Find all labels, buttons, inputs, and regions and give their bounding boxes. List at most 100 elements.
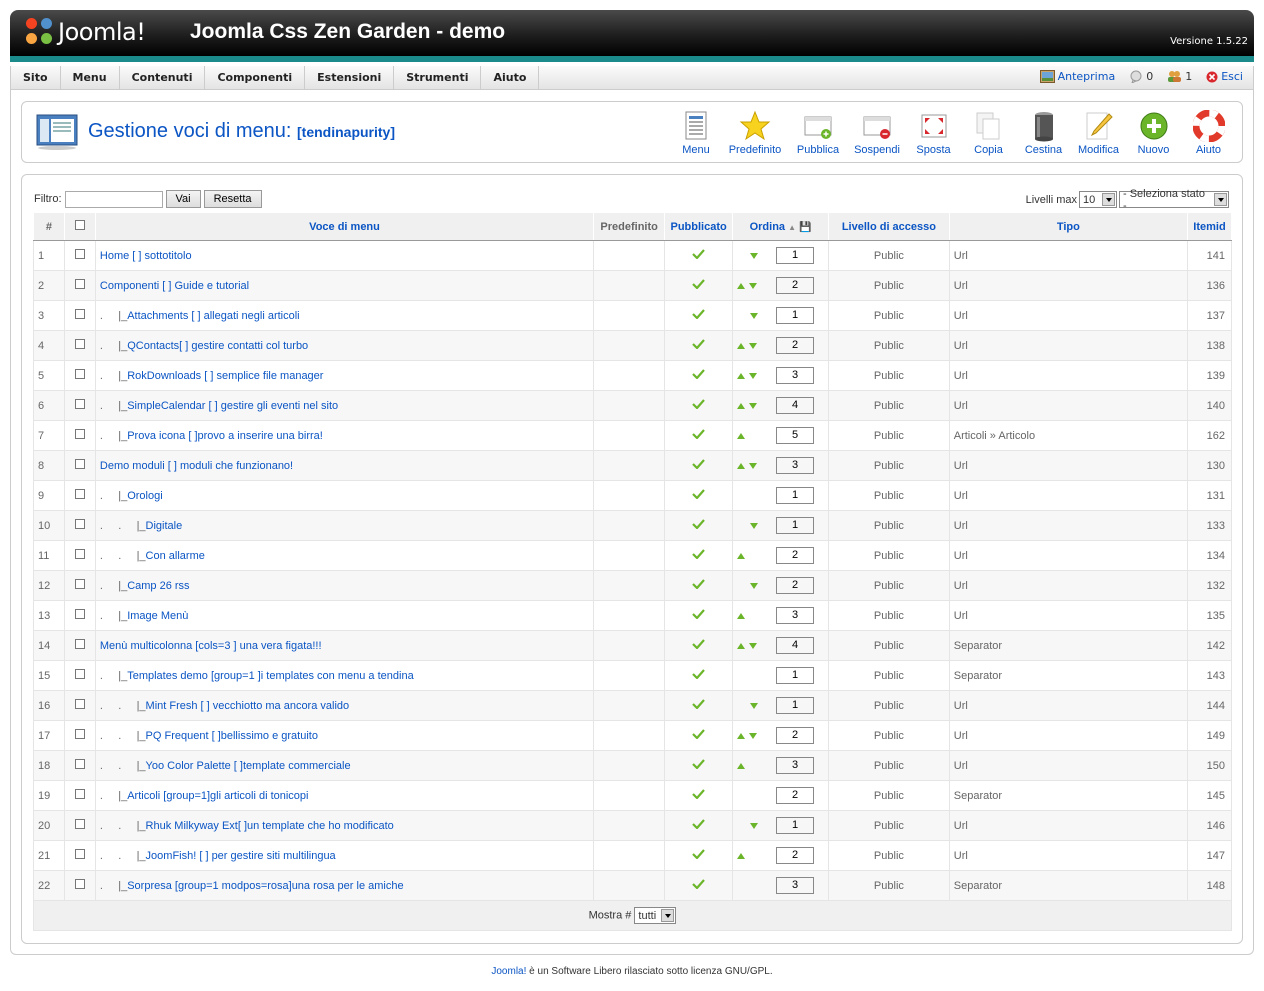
menu-item-link[interactable]: RokDownloads [ ] semplice file manager xyxy=(127,370,323,382)
published-check-icon[interactable] xyxy=(692,789,705,799)
menu-item-link[interactable]: Digitale xyxy=(146,520,183,532)
row-access[interactable]: Public xyxy=(828,750,950,781)
row-checkbox[interactable] xyxy=(74,759,85,769)
menu-item-link[interactable]: JoomFish! [ ] per gestire siti multiling… xyxy=(146,850,336,862)
order-input[interactable]: 2 xyxy=(776,787,815,804)
menu-estensioni[interactable]: Estensioni xyxy=(305,66,395,89)
row-checkbox[interactable] xyxy=(74,279,85,289)
order-input[interactable]: 3 xyxy=(776,457,815,474)
go-button[interactable]: Vai xyxy=(165,190,201,208)
row-checkbox[interactable] xyxy=(74,669,85,679)
row-access[interactable]: Public xyxy=(828,390,950,421)
published-check-icon[interactable] xyxy=(692,879,705,889)
published-check-icon[interactable] xyxy=(692,609,705,619)
row-access[interactable]: Public xyxy=(828,420,950,451)
row-access[interactable]: Public xyxy=(828,570,950,601)
move-down-icon[interactable] xyxy=(750,702,759,709)
row-access[interactable]: Public xyxy=(828,600,950,631)
row-access[interactable]: Public xyxy=(828,630,950,661)
move-button[interactable]: Sposta xyxy=(906,110,961,156)
publish-button[interactable]: Pubblica xyxy=(788,110,848,156)
menu-item-link[interactable]: PQ Frequent [ ]bellissimo e gratuito xyxy=(146,730,318,742)
menu-item-link[interactable]: Templates demo [group=1 ]i templates con… xyxy=(127,670,413,682)
menu-button[interactable]: Menu xyxy=(670,110,722,156)
move-up-icon[interactable] xyxy=(737,762,746,769)
menu-item-link[interactable]: Menù multicolonna [cols=3 ] una vera fig… xyxy=(100,640,322,652)
row-checkbox[interactable] xyxy=(74,579,85,589)
unpublish-button[interactable]: Sospendi xyxy=(848,110,906,156)
move-down-icon[interactable] xyxy=(749,732,758,739)
filter-input[interactable] xyxy=(64,190,163,208)
limit-select[interactable]: tutti xyxy=(634,907,677,924)
row-checkbox[interactable] xyxy=(74,369,85,379)
joomla-link[interactable]: Joomla! xyxy=(491,966,526,977)
row-access[interactable]: Public xyxy=(828,270,950,301)
move-down-icon[interactable] xyxy=(749,372,758,379)
row-access[interactable]: Public xyxy=(828,360,950,391)
menu-item-link[interactable]: Sorpresa [group=1 modpos=rosa]una rosa p… xyxy=(127,880,403,892)
order-input[interactable]: 2 xyxy=(776,847,815,864)
menu-item-link[interactable]: SimpleCalendar [ ] gestire gli eventi ne… xyxy=(127,400,338,412)
published-check-icon[interactable] xyxy=(692,279,705,289)
row-checkbox[interactable] xyxy=(74,309,85,319)
menu-item-link[interactable]: Yoo Color Palette [ ]template commercial… xyxy=(146,760,351,772)
move-up-icon[interactable] xyxy=(737,342,746,349)
col-order[interactable]: Ordina ▲ 💾 xyxy=(732,212,830,241)
published-check-icon[interactable] xyxy=(692,429,705,439)
menu-item-link[interactable]: Rhuk Milkyway Ext[ ]un template che ho m… xyxy=(146,820,394,832)
trash-button[interactable]: Cestina xyxy=(1016,110,1071,156)
logout-link[interactable]: Esci xyxy=(1206,70,1243,83)
row-access[interactable]: Public xyxy=(828,510,950,541)
levels-select[interactable]: 10 xyxy=(1079,191,1117,208)
published-check-icon[interactable] xyxy=(692,729,705,739)
menu-item-link[interactable]: Mint Fresh [ ] vecchiotto ma ancora vali… xyxy=(146,700,350,712)
order-input[interactable]: 1 xyxy=(776,247,815,264)
move-down-icon[interactable] xyxy=(749,402,758,409)
published-check-icon[interactable] xyxy=(692,519,705,529)
move-up-icon[interactable] xyxy=(737,852,746,859)
order-input[interactable]: 1 xyxy=(776,697,815,714)
save-order-icon[interactable]: 💾 xyxy=(799,222,811,233)
move-up-icon[interactable] xyxy=(737,432,746,439)
new-button[interactable]: Nuovo xyxy=(1126,110,1181,156)
published-check-icon[interactable] xyxy=(692,579,705,589)
move-down-icon[interactable] xyxy=(750,252,759,259)
menu-item-link[interactable]: Attachments [ ] allegati negli articoli xyxy=(127,310,299,322)
move-up-icon[interactable] xyxy=(737,552,746,559)
row-checkbox[interactable] xyxy=(74,489,85,499)
move-up-icon[interactable] xyxy=(737,612,746,619)
menu-item-link[interactable]: Articoli [group=1]gli articoli di tonico… xyxy=(127,790,308,802)
menu-item-link[interactable]: Demo moduli [ ] moduli che funzionano! xyxy=(100,460,293,472)
order-input[interactable]: 2 xyxy=(776,547,815,564)
menu-item-link[interactable]: Orologi xyxy=(127,490,162,502)
copy-button[interactable]: Copia xyxy=(961,110,1016,156)
move-up-icon[interactable] xyxy=(737,402,746,409)
order-input[interactable]: 4 xyxy=(776,637,815,654)
move-up-icon[interactable] xyxy=(737,372,746,379)
published-check-icon[interactable] xyxy=(692,309,705,319)
col-type[interactable]: Tipo xyxy=(948,212,1188,241)
menu-strumenti[interactable]: Strumenti xyxy=(394,66,482,89)
move-down-icon[interactable] xyxy=(749,642,758,649)
row-checkbox[interactable] xyxy=(74,339,85,349)
order-input[interactable]: 2 xyxy=(776,727,815,744)
reset-button[interactable]: Resetta xyxy=(203,190,262,208)
published-check-icon[interactable] xyxy=(692,669,705,679)
order-input[interactable]: 3 xyxy=(776,877,815,894)
row-access[interactable]: Public xyxy=(828,660,950,691)
menu-item-link[interactable]: Componenti [ ] Guide e tutorial xyxy=(100,280,249,292)
order-input[interactable]: 1 xyxy=(776,817,815,834)
menu-menu[interactable]: Menu xyxy=(61,66,120,89)
row-access[interactable]: Public xyxy=(828,330,950,361)
row-checkbox[interactable] xyxy=(74,399,85,409)
row-access[interactable]: Public xyxy=(828,480,950,511)
users-status[interactable]: 1 xyxy=(1167,70,1192,83)
menu-componenti[interactable]: Componenti xyxy=(205,66,306,89)
published-check-icon[interactable] xyxy=(692,639,705,649)
menu-contenuti[interactable]: Contenuti xyxy=(120,66,206,89)
published-check-icon[interactable] xyxy=(692,489,705,499)
row-checkbox[interactable] xyxy=(74,459,85,469)
help-button[interactable]: Aiuto xyxy=(1181,110,1236,156)
menu-item-link[interactable]: Home [ ] sottotitolo xyxy=(100,250,192,262)
order-input[interactable]: 5 xyxy=(776,427,815,444)
